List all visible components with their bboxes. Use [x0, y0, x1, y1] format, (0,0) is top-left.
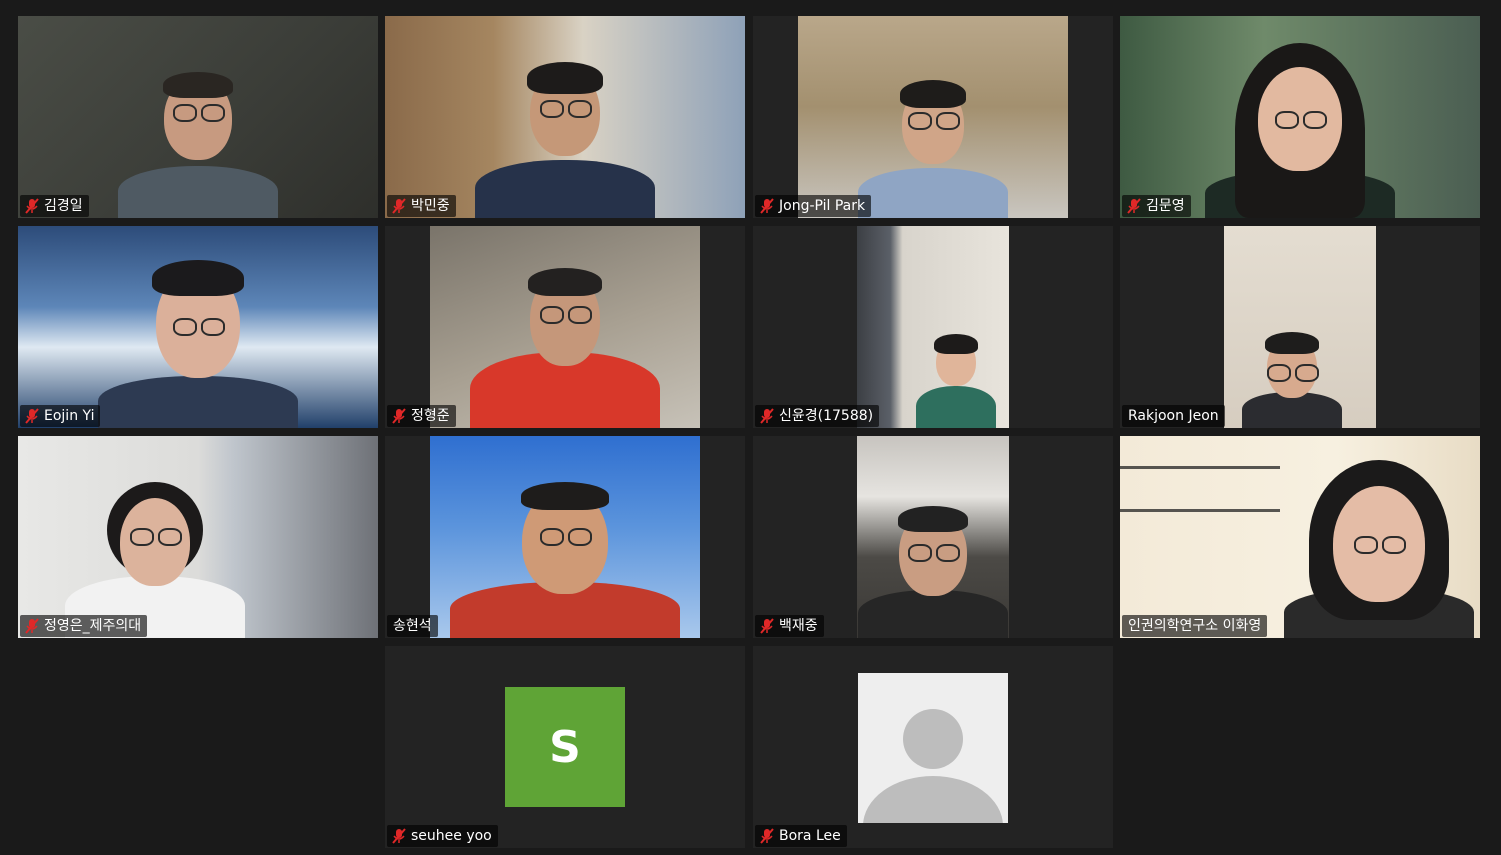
participant-tile[interactable]: 신윤경(17588) — [753, 226, 1113, 428]
name-tag: seuhee yoo — [387, 825, 498, 847]
participant-tile[interactable]: Eojin Yi — [18, 226, 378, 428]
video-feed — [1224, 226, 1376, 428]
participant-name: Eojin Yi — [44, 408, 95, 424]
participant-name: 신윤경(17588) — [779, 408, 874, 424]
participant-tile[interactable]: 김경일 — [18, 16, 378, 218]
muted-microphone-icon — [392, 408, 406, 424]
muted-microphone-icon — [760, 828, 774, 844]
participant-name: Bora Lee — [779, 828, 841, 844]
participant-name: seuhee yoo — [411, 828, 492, 844]
name-tag: 인권의학연구소 이화영 — [1122, 615, 1268, 637]
video-feed — [430, 226, 700, 428]
participant-tile[interactable]: 김문영 — [1120, 16, 1480, 218]
name-tag: Bora Lee — [755, 825, 847, 847]
video-feed — [18, 226, 378, 428]
muted-microphone-icon — [25, 198, 39, 214]
participant-figure — [1279, 458, 1479, 638]
name-tag: 백재중 — [755, 615, 824, 637]
participant-figure — [915, 332, 996, 428]
participant-name: 김문영 — [1146, 198, 1185, 214]
muted-microphone-icon — [760, 618, 774, 634]
video-feed — [857, 436, 1009, 638]
muted-microphone-icon — [760, 198, 774, 214]
participant-figure — [98, 68, 298, 218]
name-tag: 박민중 — [387, 195, 456, 217]
participant-tile[interactable]: 박민중 — [385, 16, 745, 218]
video-feed — [1120, 16, 1480, 218]
muted-microphone-icon — [1127, 198, 1141, 214]
name-tag: Eojin Yi — [20, 405, 101, 427]
muted-microphone-icon — [392, 198, 406, 214]
name-tag: 송현석 — [387, 615, 438, 637]
participant-name: 정형준 — [411, 408, 450, 424]
participant-figure — [93, 256, 303, 428]
participant-figure — [450, 478, 680, 638]
video-feed — [857, 226, 1009, 428]
participant-tile active-speaker[interactable]: 송현석 — [385, 436, 745, 638]
participant-name: 인권의학연구소 이화영 — [1128, 618, 1262, 634]
participant-figure — [465, 58, 665, 218]
participant-tile[interactable]: 인권의학연구소 이화영 — [1120, 436, 1480, 638]
meeting-gallery-view: 김경일 박민중 Jong-Pil Park 김문영 Eojin Yi 정형준 신… — [0, 0, 1501, 855]
muted-microphone-icon — [25, 618, 39, 634]
avatar-initial: S — [505, 687, 625, 807]
participant-tile[interactable]: S seuhee yoo — [385, 646, 745, 848]
participant-tile[interactable]: 정형준 — [385, 226, 745, 428]
participant-figure — [1242, 332, 1343, 428]
muted-microphone-icon — [760, 408, 774, 424]
participant-tile[interactable]: 정영은_제주의대 — [18, 436, 378, 638]
name-tag: 정형준 — [387, 405, 456, 427]
participant-name: Jong-Pil Park — [779, 198, 866, 214]
participant-figure — [470, 258, 660, 428]
video-feed — [385, 16, 745, 218]
name-tag: Rakjoon Jeon — [1122, 405, 1225, 427]
participant-figure — [848, 78, 1018, 218]
participant-name: 김경일 — [44, 198, 83, 214]
name-tag: 정영은_제주의대 — [20, 615, 148, 637]
video-feed — [798, 16, 1068, 218]
video-feed — [430, 436, 700, 638]
name-tag: Jong-Pil Park — [755, 195, 872, 217]
background-banner — [1120, 466, 1280, 512]
participant-tile[interactable]: Jong-Pil Park — [753, 16, 1113, 218]
name-tag: 김문영 — [1122, 195, 1191, 217]
participant-figure — [60, 478, 250, 638]
participant-name: 박민중 — [411, 198, 450, 214]
participant-name: 백재중 — [779, 618, 818, 634]
participant-tile[interactable]: Rakjoon Jeon — [1120, 226, 1480, 428]
video-feed — [1120, 436, 1480, 638]
participant-name: Rakjoon Jeon — [1128, 408, 1219, 424]
participant-tile[interactable]: Bora Lee — [753, 646, 1113, 848]
name-tag: 김경일 — [20, 195, 89, 217]
video-feed — [18, 436, 378, 638]
participant-figure — [858, 504, 1008, 638]
muted-microphone-icon — [392, 828, 406, 844]
name-tag: 신윤경(17588) — [755, 405, 880, 427]
participant-figure — [1200, 43, 1400, 218]
generic-person-icon — [858, 673, 1008, 823]
participant-tile[interactable]: 백재중 — [753, 436, 1113, 638]
video-feed — [18, 16, 378, 218]
participant-name: 송현석 — [393, 618, 432, 634]
muted-microphone-icon — [25, 408, 39, 424]
participant-name: 정영은_제주의대 — [44, 618, 142, 634]
